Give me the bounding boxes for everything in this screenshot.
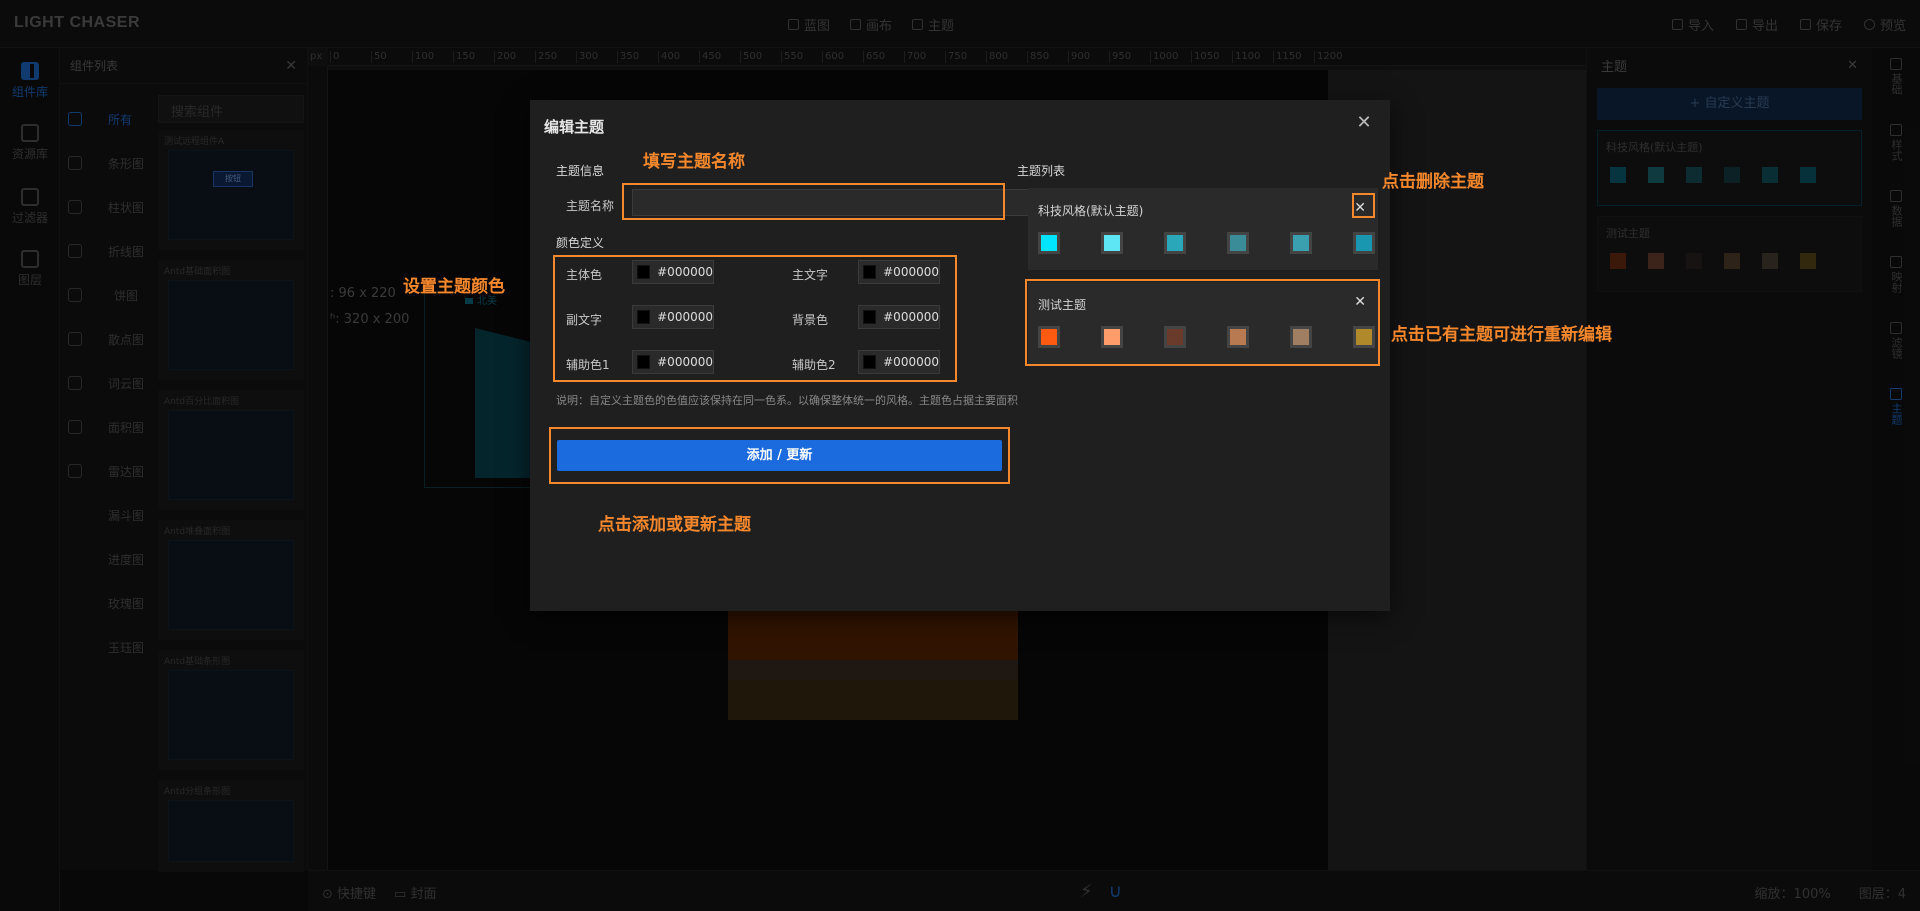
theme-list-item-name: 科技风格(默认主题) xyxy=(1038,204,1144,218)
theme-swatch xyxy=(1101,232,1123,254)
annotation-box-existing xyxy=(1025,279,1380,366)
annotation-box-colors xyxy=(553,255,957,382)
theme-swatch-color xyxy=(1293,235,1309,251)
annotation-set-color: 设置主题颜色 xyxy=(403,277,505,297)
theme-swatch xyxy=(1227,232,1249,254)
theme-swatch-color xyxy=(1230,235,1246,251)
theme-list-item[interactable]: 科技风格(默认主题) ✕ xyxy=(1028,188,1378,270)
theme-swatch xyxy=(1164,232,1186,254)
dialog-title: 编辑主题 xyxy=(544,118,605,136)
color-def-label: 颜色定义 xyxy=(556,236,605,250)
theme-swatch xyxy=(1290,232,1312,254)
annotation-box-delete xyxy=(1352,193,1375,218)
theme-swatch-color xyxy=(1356,235,1372,251)
color-note: 说明：自定义主题色的色值应该保持在同一色系。以确保整体统一的风格。主题色占据主要… xyxy=(556,394,1018,407)
theme-swatch xyxy=(1353,232,1375,254)
annotation-delete-theme: 点击删除主题 xyxy=(1382,172,1484,192)
theme-swatch xyxy=(1038,232,1060,254)
dialog-close-icon[interactable]: ✕ xyxy=(1356,114,1372,132)
theme-list-label: 主题列表 xyxy=(1017,164,1066,178)
annotation-box-name xyxy=(622,183,1005,220)
annotation-add-update: 点击添加或更新主题 xyxy=(598,515,751,535)
theme-list-item-swatches xyxy=(1038,232,1375,254)
annotation-box-submit xyxy=(549,427,1010,484)
theme-swatch-color xyxy=(1104,235,1120,251)
annotation-reedit: 点击已有主题可进行重新编辑 xyxy=(1391,325,1612,345)
theme-info-label: 主题信息 xyxy=(556,164,605,178)
theme-name-label: 主题名称 xyxy=(566,199,615,213)
theme-swatch-color xyxy=(1041,235,1057,251)
theme-swatch-color xyxy=(1167,235,1183,251)
annotation-fill-name: 填写主题名称 xyxy=(643,152,745,172)
